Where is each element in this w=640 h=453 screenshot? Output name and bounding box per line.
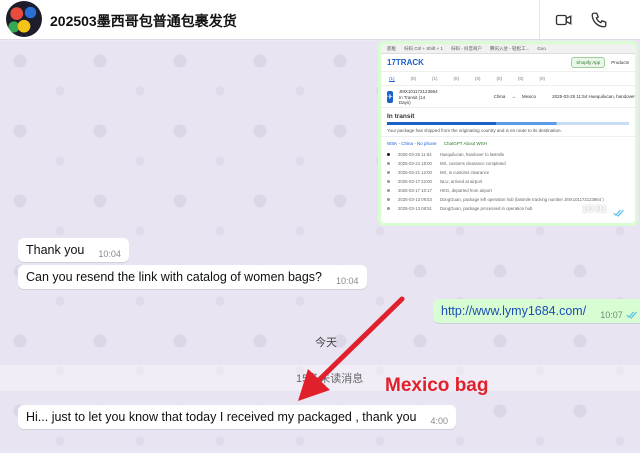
bookmark-item: Goo bbox=[537, 46, 546, 51]
tracking-event: 2025-03-21 12:00 MX, in customs clearance bbox=[387, 168, 629, 177]
event-dot-icon bbox=[387, 180, 390, 183]
message-time: 4:00 bbox=[430, 415, 449, 426]
tracking-event: 2025-03-17 10:17 HKG, departed from airpo… bbox=[387, 186, 629, 195]
read-receipt-icon bbox=[613, 209, 624, 217]
group-avatar[interactable] bbox=[6, 1, 42, 37]
package-info: JMX101172123864 In Transit (14 Days) bbox=[399, 89, 438, 105]
tracking-event: 2025-03-17 22:00 NLU, arrived at airport bbox=[387, 177, 629, 186]
incoming-message[interactable]: Hi... just to let you know that today I … bbox=[18, 405, 457, 429]
header-divider bbox=[539, 0, 540, 40]
date-separator: 今天 bbox=[315, 337, 337, 349]
video-call-icon[interactable] bbox=[552, 8, 576, 32]
incoming-message[interactable]: Can you resend the link with catalog of … bbox=[18, 265, 367, 289]
latest-event: 2025-03-25 11:54 Huequilucan, handover bbox=[552, 94, 635, 99]
site-logo: 17TRACK bbox=[387, 58, 424, 67]
event-text: DongGuan, package processed in operation… bbox=[439, 206, 533, 211]
event-time: 2025-03-24 18:00 bbox=[398, 161, 432, 166]
message-text: Thank you bbox=[26, 243, 85, 257]
event-dot-icon bbox=[387, 207, 390, 210]
tracking-number: JMX101172123864 bbox=[398, 88, 438, 94]
tracking-screenshot[interactable]: 底框 扫码 Ctrl + Shift + 1 扫码 - 抖音商户 腾讯入驻 - … bbox=[381, 44, 635, 223]
status-tab: (0) bbox=[496, 76, 503, 81]
message-time: 10:04 bbox=[98, 248, 121, 259]
read-receipt-icon bbox=[626, 311, 637, 319]
status-tab: (1) bbox=[389, 75, 395, 82]
message-time: 10:01 bbox=[581, 204, 607, 215]
message-time: 10:04 bbox=[336, 275, 359, 286]
bookmark-item: 底框 bbox=[387, 45, 396, 51]
chat-header: 202503墨西哥包普通包裹发货 bbox=[0, 0, 640, 40]
unread-messages-label: 15条未读消息 bbox=[296, 373, 364, 385]
event-dot-icon bbox=[387, 189, 390, 192]
carrier-row: WSK - China - No phone ChatGPT About WSH bbox=[381, 137, 635, 150]
message-time: 10:07 bbox=[600, 309, 623, 320]
event-text: DongGuan, package left operation hub (la… bbox=[439, 197, 604, 202]
event-text: MX, customs clearance completed bbox=[439, 161, 506, 166]
products-menu: Products bbox=[611, 60, 629, 65]
phone-call-icon[interactable] bbox=[587, 8, 611, 32]
outgoing-message[interactable]: http://www.lymy1684.com/ 10:07 bbox=[433, 299, 640, 323]
status-tab: (0) bbox=[410, 76, 417, 81]
event-time: 2025-03-17 22:00 bbox=[398, 179, 432, 184]
bookmark-item: 扫码 Ctrl + Shift + 1 bbox=[404, 45, 444, 51]
shopify-app-badge: Shopify App bbox=[571, 57, 606, 68]
chat-title[interactable]: 202503墨西哥包普通包裹发货 bbox=[50, 11, 237, 31]
event-time: 2025-03-13 09:53 bbox=[398, 197, 432, 202]
bookmark-item: 扫码 - 抖音商户 bbox=[451, 45, 483, 51]
plane-icon: ✈ bbox=[387, 90, 393, 103]
event-dot-icon bbox=[387, 162, 390, 165]
mexico-bag-annotation: Mexico bag bbox=[385, 375, 489, 396]
event-text: NLU, arrived at airport bbox=[439, 179, 483, 184]
bookmark-item: 腾讯入驻 - 轻松工... bbox=[490, 45, 530, 51]
event-time: 2025-03-13 08:51 bbox=[398, 206, 432, 211]
event-text: Huequilucan, handover to lastmile bbox=[439, 152, 505, 157]
carrier-name: WSK - China - No phone bbox=[387, 141, 437, 146]
status-tab: (1) bbox=[432, 76, 438, 81]
status-tab: (0) bbox=[518, 76, 524, 81]
message-text: Can you resend the link with catalog of … bbox=[26, 270, 323, 284]
event-dot-icon bbox=[387, 171, 390, 174]
status-tabs: (1) (0) (1) (0) (0) (0) (0) (0) bbox=[381, 72, 635, 86]
event-text: MX, in customs clearance bbox=[439, 170, 490, 175]
image-message[interactable]: 底框 扫码 Ctrl + Shift + 1 扫码 - 抖音商户 腾讯入驻 - … bbox=[378, 41, 638, 226]
event-time: 2025-03-25 11:54 bbox=[398, 152, 432, 157]
status-tab: (0) bbox=[453, 76, 460, 81]
status-tab: (0) bbox=[475, 76, 481, 81]
status-tab: (0) bbox=[539, 76, 546, 81]
event-dot-icon bbox=[387, 153, 390, 156]
transit-days: In Transit (14 Days) bbox=[398, 94, 426, 105]
message-text: Hi... just to let you know that today I … bbox=[26, 410, 417, 424]
image-timestamp: 10:01 bbox=[582, 202, 625, 217]
transit-status: In transit bbox=[387, 113, 415, 120]
event-dot-icon bbox=[387, 198, 390, 201]
route-arrow-icon: → bbox=[511, 94, 516, 99]
incoming-message[interactable]: Thank you 10:04 bbox=[18, 238, 129, 262]
message-link[interactable]: http://www.lymy1684.com/ bbox=[441, 304, 586, 318]
carrier-extra: ChatGPT About WSH bbox=[443, 141, 487, 146]
origin-country: China bbox=[493, 94, 506, 99]
package-row: ✈ JMX101172123864 In Transit (14 Days) C… bbox=[381, 86, 635, 108]
tracking-event: 2025-03-25 11:54 Huequilucan, handover to… bbox=[387, 150, 629, 159]
browser-bookmarks-bar: 底框 扫码 Ctrl + Shift + 1 扫码 - 抖音商户 腾讯入驻 - … bbox=[381, 44, 635, 54]
tracking-site-nav: 17TRACK Shopify App Products bbox=[381, 54, 635, 72]
tracking-event: 2025-03-24 18:00 MX, customs clearance co… bbox=[387, 159, 629, 168]
event-text: HKG, departed from airport bbox=[439, 188, 492, 193]
status-description: Your package has shipped from the origin… bbox=[381, 125, 635, 137]
event-time: 2025-03-21 12:00 bbox=[398, 170, 432, 175]
destination-country: Mexico bbox=[521, 94, 537, 99]
event-time: 2025-03-17 10:17 bbox=[398, 188, 432, 193]
chat-area[interactable]: 底框 扫码 Ctrl + Shift + 1 扫码 - 抖音商户 腾讯入驻 - … bbox=[0, 41, 640, 453]
